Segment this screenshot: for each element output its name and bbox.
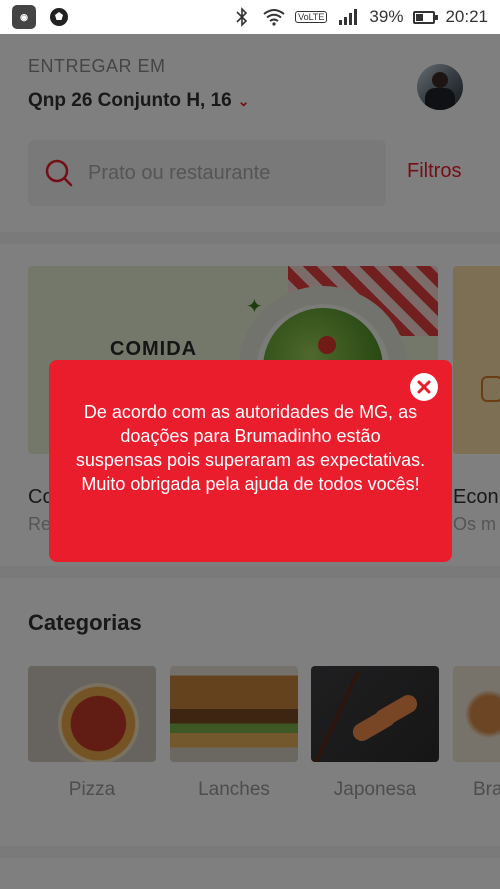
signal-icon <box>337 6 359 28</box>
battery-percent: 39% <box>369 7 404 26</box>
app-notification-icon: ◉ <box>12 5 36 29</box>
bluetooth-icon <box>231 6 253 28</box>
battery-icon <box>413 10 439 24</box>
close-icon <box>417 380 431 394</box>
close-button[interactable] <box>410 373 438 401</box>
volte-icon: VoLTE <box>295 11 328 23</box>
clock: 20:21 <box>445 7 488 26</box>
battery-level <box>416 13 424 21</box>
soccer-ball-icon <box>48 6 70 28</box>
modal-message: De acordo com as autoridades de MG, as d… <box>75 402 426 494</box>
status-bar: ◉ VoLTE 39% 20:21 <box>0 0 500 34</box>
wifi-icon <box>263 6 285 28</box>
donation-notice-modal: De acordo com as autoridades de MG, as d… <box>49 360 452 562</box>
